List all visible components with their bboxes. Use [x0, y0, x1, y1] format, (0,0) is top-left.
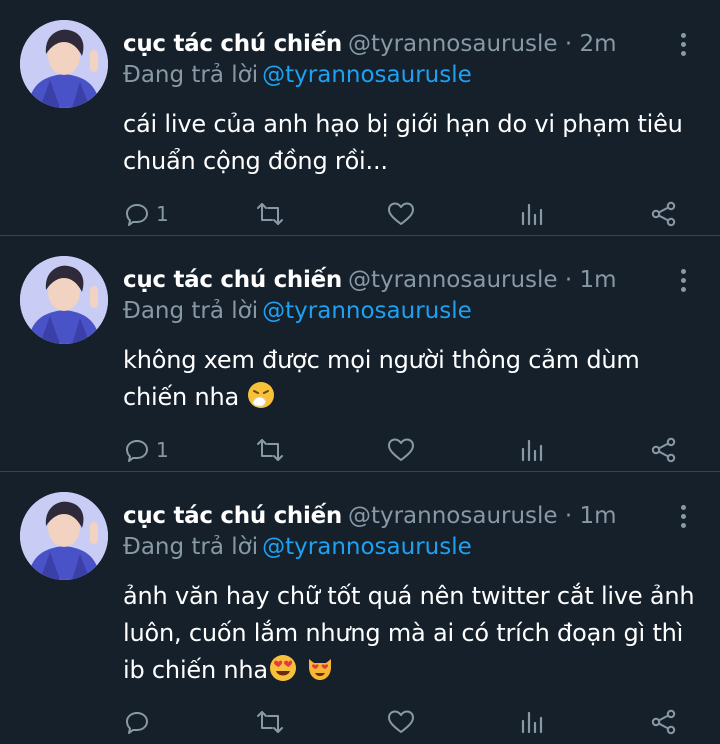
retweet-icon [257, 711, 283, 733]
more-icon[interactable] [672, 500, 694, 532]
retweet-icon [257, 203, 283, 225]
tweet[interactable]: cục tác chú chiến @tyrannosaurusle · 1m Đ… [0, 236, 720, 472]
heart-icon [388, 202, 414, 225]
analytics-button[interactable] [520, 196, 544, 232]
share-icon [651, 437, 676, 463]
reply-prefix: Đang trả lời [123, 298, 259, 324]
analytics-button[interactable] [520, 704, 544, 740]
analytics-icon [521, 203, 543, 226]
heart-icon [388, 438, 414, 461]
avatar[interactable] [20, 20, 108, 108]
username-and-time: @tyrannosaurusle · 1m [347, 267, 617, 293]
display-name[interactable]: cục tác chú chiến [123, 267, 342, 293]
tweet-actions: 1 [0, 196, 720, 232]
share-button[interactable] [650, 196, 678, 232]
tweet-text-content: cái live của anh hạo bị giới hạn do vi p… [123, 110, 683, 175]
tweet-text: ảnh văn hay chữ tốt quá nên twitter cắt … [123, 578, 698, 694]
analytics-icon [521, 439, 543, 462]
display-name[interactable]: cục tác chú chiến [123, 503, 342, 529]
reply-count: 1 [156, 438, 169, 462]
tweet-text-content: ảnh văn hay chữ tốt quá nên twitter cắt … [123, 582, 695, 684]
heart-eyes-cat-emoji [305, 653, 335, 694]
comment-icon [126, 204, 148, 226]
display-name[interactable]: cục tác chú chiến [123, 31, 342, 57]
share-icon [651, 201, 676, 227]
like-button[interactable] [387, 196, 415, 232]
like-button[interactable] [387, 704, 415, 740]
tweet[interactable]: cục tác chú chiến @tyrannosaurusle · 2m Đ… [0, 0, 720, 236]
tweet-text: không xem được mọi người thông cảm dùm c… [123, 342, 698, 421]
reply-button[interactable]: 1 [124, 432, 169, 468]
retweet-button[interactable] [256, 196, 284, 232]
retweet-icon [257, 439, 283, 461]
sneezing-face-emoji [246, 380, 276, 421]
more-icon[interactable] [672, 264, 694, 296]
avatar[interactable] [20, 492, 108, 580]
retweet-button[interactable] [256, 432, 284, 468]
reply-handle-link[interactable]: @tyrannosaurusle [262, 298, 472, 324]
tweet-actions [0, 704, 720, 740]
heart-eyes-emoji [268, 653, 298, 694]
reply-button[interactable]: 1 [124, 196, 169, 232]
reply-count: 1 [156, 202, 169, 226]
analytics-button[interactable] [520, 432, 544, 468]
username-and-time: @tyrannosaurusle · 1m [347, 503, 617, 529]
more-icon[interactable] [672, 28, 694, 60]
like-button[interactable] [387, 432, 415, 468]
tweet-header: cục tác chú chiến @tyrannosaurusle · 1m [123, 499, 660, 533]
comment-icon [126, 712, 148, 734]
share-icon [651, 709, 676, 735]
tweet-text: cái live của anh hạo bị giới hạn do vi p… [123, 106, 698, 180]
reply-handle-link[interactable]: @tyrannosaurusle [262, 62, 472, 88]
username-and-time: @tyrannosaurusle · 2m [347, 31, 617, 57]
analytics-icon [521, 711, 543, 734]
reply-context: Đang trả lời @tyrannosaurusle [123, 296, 472, 326]
tweet[interactable]: cục tác chú chiến @tyrannosaurusle · 1m Đ… [0, 472, 720, 744]
heart-icon [388, 710, 414, 733]
reply-context: Đang trả lời @tyrannosaurusle [123, 60, 472, 90]
tweet-header: cục tác chú chiến @tyrannosaurusle · 2m [123, 27, 660, 61]
tweet-header: cục tác chú chiến @tyrannosaurusle · 1m [123, 263, 660, 297]
share-button[interactable] [650, 704, 678, 740]
avatar[interactable] [20, 256, 108, 344]
retweet-button[interactable] [256, 704, 284, 740]
comment-icon [126, 440, 148, 462]
reply-prefix: Đang trả lời [123, 534, 259, 560]
share-button[interactable] [650, 432, 678, 468]
reply-context: Đang trả lời @tyrannosaurusle [123, 532, 472, 562]
reply-button[interactable] [124, 704, 156, 740]
tweet-text-content: không xem được mọi người thông cảm dùm c… [123, 346, 640, 411]
tweet-actions: 1 [0, 432, 720, 468]
reply-prefix: Đang trả lời [123, 62, 259, 88]
reply-handle-link[interactable]: @tyrannosaurusle [262, 534, 472, 560]
